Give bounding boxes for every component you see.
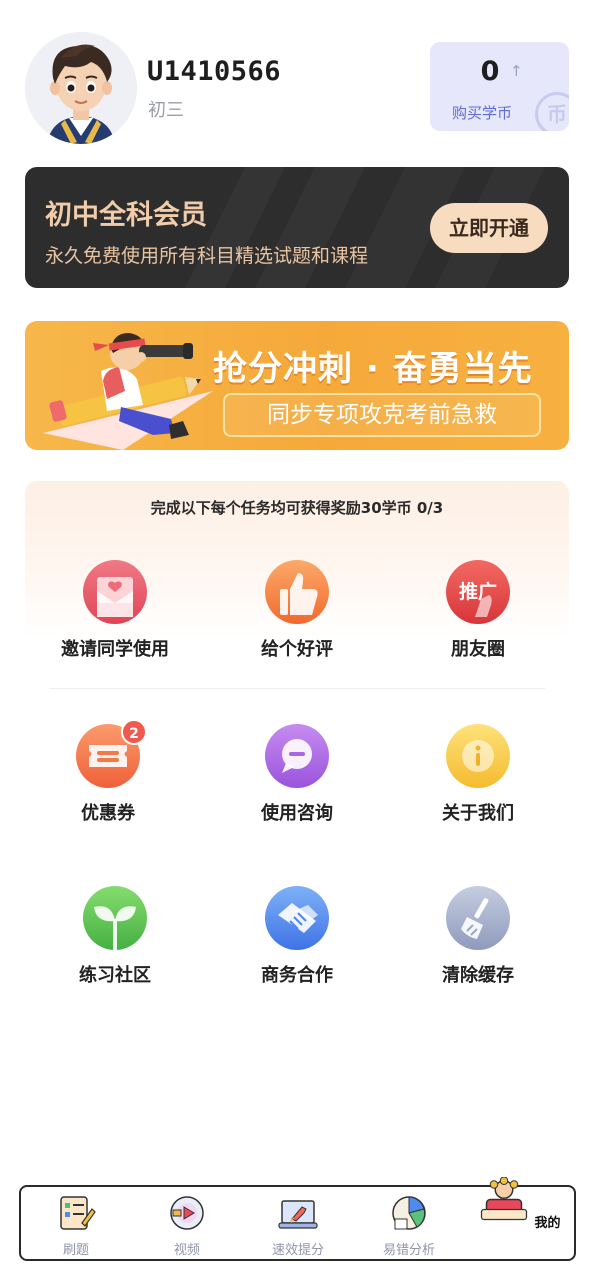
buy-coins-label: 购买学币 — [452, 104, 513, 122]
pie-chart-icon — [392, 1196, 426, 1230]
task-label: 邀请同学使用 — [61, 639, 169, 660]
promo-subtitle-box: 同步专项攻克考前急救 — [223, 393, 541, 437]
tab-practice[interactable]: 刷题 — [21, 1187, 131, 1259]
menu-practice-community[interactable]: 练习社区 — [45, 885, 185, 987]
vip-title: 初中全科会员 — [45, 200, 207, 231]
tab-quick-boost[interactable]: 速效提分 — [243, 1187, 353, 1259]
arrow-up-icon: ↑ — [510, 62, 523, 80]
profile-header: U1410566 初三 0 ↑ 购买学币 币 — [0, 0, 594, 160]
task-invite-classmates[interactable]: 邀请同学使用 — [45, 559, 185, 661]
menu-business-cooperation[interactable]: 商务合作 — [227, 885, 367, 987]
info-icon — [445, 723, 511, 789]
vip-subtitle: 永久免费使用所有科目精选试题和课程 — [45, 245, 369, 267]
tab-label: 易错分析 — [382, 1243, 435, 1258]
chat-bubble-icon — [264, 723, 330, 789]
menu-consultation[interactable]: 使用咨询 — [227, 723, 367, 825]
tab-label-active: 我的 — [532, 1212, 563, 1231]
coin-watermark-icon: 币 — [535, 92, 569, 131]
task-moments-share[interactable]: 推广 朋友圈 — [408, 559, 548, 661]
promo-subtitle: 同步专项攻克考前急救 — [267, 402, 497, 428]
video-disc-icon — [170, 1196, 204, 1230]
task-label: 给个好评 — [261, 639, 333, 660]
username: U1410566 — [147, 56, 282, 87]
menu-label: 优惠券 — [81, 803, 135, 824]
student-on-pencil-illustration — [43, 333, 213, 450]
menu-label: 商务合作 — [261, 965, 333, 986]
menu-label: 关于我们 — [442, 803, 514, 824]
bottom-tab-bar: 刷题 视频 速效提分 易错分析 我的 — [19, 1176, 576, 1261]
coin-balance-card[interactable]: 0 ↑ 购买学币 币 — [430, 42, 569, 131]
promo-title: 抢分冲刺 · 奋勇当先 — [213, 349, 533, 389]
activate-vip-button[interactable]: 立即开通 — [430, 203, 548, 253]
share-promote-icon: 推广 — [445, 559, 511, 625]
handshake-icon — [264, 885, 330, 951]
tasks-header: 完成以下每个任务均可获得奖励30学币 0/3 — [150, 499, 444, 517]
invite-envelope-icon — [82, 559, 148, 625]
vip-membership-banner[interactable]: 初中全科会员 永久免费使用所有科目精选试题和课程 立即开通 — [25, 167, 569, 288]
tab-label: 速效提分 — [271, 1243, 324, 1258]
section-divider — [49, 688, 545, 689]
thumbs-up-icon — [264, 559, 330, 625]
menu-label: 使用咨询 — [261, 803, 333, 824]
menu-clear-cache[interactable]: 清除缓存 — [408, 885, 548, 987]
menu-label: 清除缓存 — [442, 965, 514, 986]
tab-error-analysis[interactable]: 易错分析 — [354, 1187, 464, 1259]
tab-video[interactable]: 视频 — [132, 1187, 242, 1259]
sprout-icon — [82, 885, 148, 951]
coupon-icon: 2 — [75, 719, 147, 789]
clipboard-icon — [60, 1196, 96, 1230]
coupon-count-badge: 2 — [121, 719, 147, 745]
grade-label[interactable]: 初三 — [148, 96, 184, 122]
broom-icon — [445, 885, 511, 951]
tab-label: 视频 — [173, 1243, 200, 1258]
menu-label: 练习社区 — [79, 965, 151, 986]
rocket-laptop-icon — [278, 1200, 318, 1229]
promo-banner[interactable]: 抢分冲刺 · 奋勇当先 同步专项攻克考前急救 — [25, 321, 569, 450]
profile-crown-icon — [481, 1176, 528, 1221]
tab-label: 刷题 — [62, 1243, 89, 1258]
task-label: 朋友圈 — [451, 639, 505, 660]
menu-coupons[interactable]: 2 优惠券 — [38, 719, 178, 825]
tab-mine[interactable]: 我的 — [465, 1176, 575, 1259]
avatar[interactable] — [25, 32, 137, 144]
menu-about-us[interactable]: 关于我们 — [408, 723, 548, 825]
task-give-rating[interactable]: 给个好评 — [227, 559, 367, 661]
coin-count: 0 — [480, 56, 500, 87]
